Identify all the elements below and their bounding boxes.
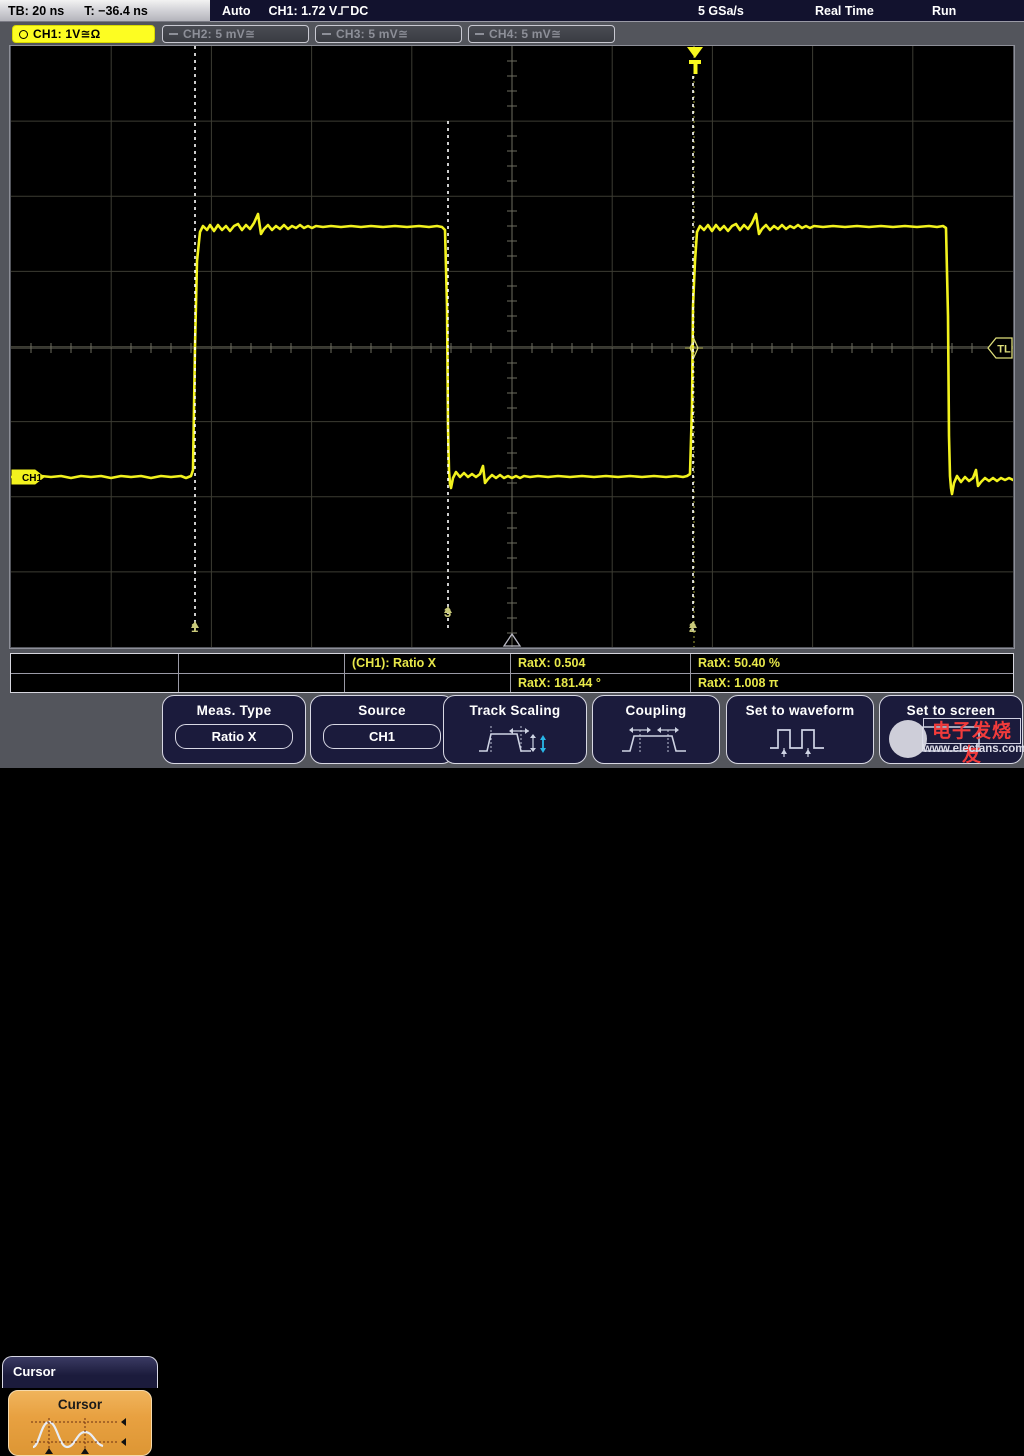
measurement-cell [179, 674, 344, 693]
channel-on-circle-icon [19, 30, 28, 39]
measurement-value-ratx-abs: RatX: 0.504 [511, 654, 690, 674]
set-to-screen-icon [911, 722, 991, 756]
channel-coupling-ch4: ≅ [551, 27, 561, 41]
measurement-source-label: (CH1): Ratio X [345, 654, 510, 674]
trigger-time-label: T: −36.4 ns [84, 4, 148, 18]
channel-label-ch2: CH2: 5 mV [183, 27, 245, 41]
menu-button-source[interactable]: Source CH1 [310, 695, 454, 764]
cursor-waveform-icon [25, 1414, 135, 1454]
channel-offset-marker-ch1[interactable]: CH1 [11, 467, 45, 487]
measurement-value-ratx-pi: RatX: 1.008 π [691, 674, 1013, 693]
measurement-results-table[interactable]: (CH1): Ratio X RatX: 0.504 RatX: 181.44 … [10, 653, 1014, 693]
measurement-cell [179, 654, 344, 674]
menu-button-coupling[interactable]: Coupling [592, 695, 720, 764]
run-state-label: Run [932, 4, 956, 18]
menu-button-set-to-screen[interactable]: Set to screen [879, 695, 1023, 764]
menu-button-caption: Cursor [58, 1397, 102, 1412]
channel-off-dash-icon [475, 33, 484, 35]
timebase-label: TB: 20 ns [8, 4, 64, 18]
menu-button-meas-type[interactable]: Meas. Type Ratio X [162, 695, 306, 764]
menu-button-caption: Meas. Type [197, 703, 272, 718]
measurement-cell [11, 654, 178, 674]
channel-button-ch4[interactable]: CH4: 5 mV ≅ [468, 25, 615, 43]
channel-button-ch2[interactable]: CH2: 5 mV ≅ [162, 25, 309, 43]
measurement-value-ratx-deg: RatX: 181.44 ° [511, 674, 690, 693]
measurement-column-3: (CH1): Ratio X [345, 654, 511, 692]
menu-button-cursor[interactable]: Cursor [8, 1390, 152, 1456]
trigger-level-diamond-icon [684, 337, 704, 359]
menu-tab-cursor[interactable]: Cursor [2, 1356, 158, 1388]
trigger-source-label: CH1: 1.72 V [268, 4, 337, 18]
channel-coupling-ch1: ≅Ω [80, 27, 100, 41]
menu-button-value[interactable]: CH1 [323, 724, 441, 749]
measurement-column-2 [179, 654, 345, 692]
channel-button-ch3[interactable]: CH3: 5 mV ≅ [315, 25, 462, 43]
set-to-waveform-icon [760, 722, 840, 760]
sample-rate-label: 5 GSa/s [698, 4, 744, 18]
measurement-cell [345, 674, 510, 693]
channel-off-dash-icon [322, 33, 331, 35]
trigger-arrow-icon [687, 47, 703, 58]
coupling-icon [616, 722, 696, 758]
channel-label-ch1: CH1: 1V [33, 27, 80, 41]
menu-button-caption: Coupling [626, 703, 687, 718]
cursor-label-3: 3 [444, 605, 451, 620]
menu-button-caption: Source [358, 703, 406, 718]
measurement-cell [11, 674, 178, 693]
trigger-mode-label: Auto [222, 4, 250, 18]
channel-off-dash-icon [169, 33, 178, 35]
menu-button-track-scaling[interactable]: Track Scaling [443, 695, 587, 764]
channel-coupling-ch2: ≅ [245, 27, 255, 41]
measurement-column-1 [11, 654, 179, 692]
menu-button-value[interactable]: Ratio X [175, 724, 293, 749]
menu-button-caption: Set to waveform [746, 703, 855, 718]
trigger-coupling-label: DC [350, 4, 368, 18]
measurement-column-4: RatX: 0.504 RatX: 181.44 ° [511, 654, 691, 692]
cursor-label-2: 2 [689, 620, 696, 635]
menu-tab-label: Cursor [13, 1364, 157, 1379]
rising-slope-icon [338, 6, 349, 15]
channel-label-ch4: CH4: 5 mV [489, 27, 551, 41]
menu-button-caption: Track Scaling [470, 703, 561, 718]
svg-text:CH1: CH1 [22, 473, 42, 484]
trigger-level-marker[interactable]: TL [987, 337, 1013, 359]
horizontal-position-marker[interactable] [502, 633, 522, 647]
timebase-status-panel[interactable]: TB: 20 ns T: −36.4 ns [0, 0, 210, 22]
soft-key-menu: Meas. Type Ratio X Source CH1 Track Scal… [0, 693, 1024, 768]
trigger-position-marker[interactable] [684, 46, 706, 80]
measurement-value-ratx-pct: RatX: 50.40 % [691, 654, 1013, 674]
svg-text:TL: TL [997, 344, 1011, 356]
channel-coupling-ch3: ≅ [398, 27, 408, 41]
menu-button-caption: Set to screen [907, 703, 996, 718]
measurement-column-5: RatX: 50.40 % RatX: 1.008 π [691, 654, 1013, 692]
oscilloscope-screen: TB: 20 ns T: −36.4 ns Auto CH1: 1.72 V D… [0, 0, 1024, 768]
channel-button-bar: CH1: 1V ≅Ω CH2: 5 mV ≅ CH3: 5 mV ≅ CH4: … [0, 23, 1024, 45]
menu-button-set-to-waveform[interactable]: Set to waveform [726, 695, 874, 764]
trigger-status-panel[interactable]: Auto CH1: 1.72 V DC 5 GSa/s Real Time Ru… [210, 0, 1024, 22]
channel-button-ch1[interactable]: CH1: 1V ≅Ω [12, 25, 155, 43]
waveform-display[interactable]: 1 3 2 TL CH1 [11, 46, 1013, 647]
channel-label-ch3: CH3: 5 mV [336, 27, 398, 41]
acquisition-mode-label: Real Time [815, 4, 874, 18]
track-scaling-icon [473, 722, 557, 758]
cursor-label-1: 1 [191, 620, 198, 635]
status-bar: TB: 20 ns T: −36.4 ns Auto CH1: 1.72 V D… [0, 0, 1024, 22]
